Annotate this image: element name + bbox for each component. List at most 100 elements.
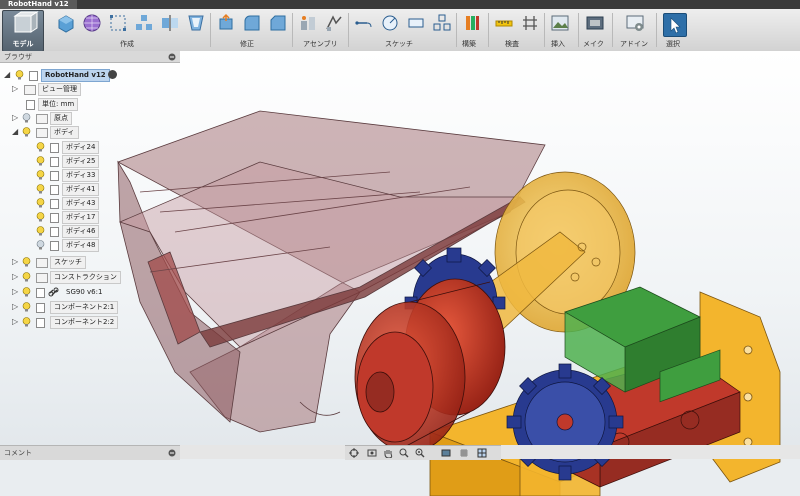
visibility-bulb-icon[interactable]	[36, 212, 45, 222]
tree-item-bodies[interactable]: ◢ ボディ	[0, 126, 200, 139]
make-group-label[interactable]: メイク	[583, 39, 604, 49]
collapse-triangle-icon[interactable]: ◢	[4, 71, 12, 79]
tree-item-body[interactable]: ボディ25	[0, 155, 200, 168]
browser-panel-header[interactable]: ブラウザ	[0, 51, 180, 63]
grid-settings-icon[interactable]	[459, 448, 469, 458]
tree-item-label: スケッチ	[50, 256, 86, 269]
shell-create-icon[interactable]	[186, 13, 206, 33]
create-group-label[interactable]: 作成	[120, 39, 134, 49]
fillet-icon[interactable]	[242, 13, 262, 33]
expand-triangle-icon[interactable]: ▷	[12, 258, 20, 266]
tree-item-body[interactable]: ボディ24	[0, 141, 200, 154]
tree-item-body[interactable]: ボディ17	[0, 211, 200, 224]
tree-item-body[interactable]: ボディ46	[0, 225, 200, 238]
folder-icon	[24, 85, 36, 95]
workspace-switcher-button[interactable]: モデル	[2, 10, 44, 52]
chamfer-icon[interactable]	[268, 13, 288, 33]
rectangle-sketch-icon[interactable]	[406, 13, 426, 33]
expand-triangle-icon[interactable]: ▷	[12, 303, 20, 311]
fit-icon[interactable]	[415, 448, 425, 458]
construct-group-label[interactable]: 構築	[462, 39, 476, 49]
addins-group-label[interactable]: アドイン	[620, 39, 648, 49]
body-icon	[50, 143, 59, 153]
pointer-arrow-icon	[670, 17, 681, 34]
tree-item-units[interactable]: 単位: mm	[0, 98, 200, 111]
select-tool-button[interactable]	[663, 13, 687, 37]
orbit-icon[interactable]	[349, 448, 359, 458]
offset-plane-icon[interactable]	[462, 13, 482, 33]
measure-icon[interactable]	[494, 13, 514, 33]
pan-hand-icon[interactable]	[383, 448, 393, 458]
panel-collapse-icon[interactable]	[168, 53, 176, 61]
sketch-create-icon[interactable]	[108, 13, 128, 33]
visibility-bulb-icon[interactable]	[36, 170, 45, 180]
main-toolbar: モデル 作成 修正 アセンブリ スケッチ 構築 検査 挿入 メイク アドイン 選…	[0, 9, 800, 52]
visibility-bulb-icon[interactable]	[36, 226, 45, 236]
visibility-bulb-icon[interactable]	[22, 272, 31, 282]
tree-item-sketches[interactable]: ▷ スケッチ	[0, 256, 200, 269]
comments-panel-header[interactable]: コメント	[0, 445, 180, 460]
assemble-group-label[interactable]: アセンブリ	[303, 39, 338, 49]
tree-item-construction[interactable]: ▷ コンストラクション	[0, 271, 200, 284]
insert-group-label[interactable]: 挿入	[551, 39, 565, 49]
collapse-triangle-icon[interactable]: ◢	[12, 128, 20, 136]
tree-item-body[interactable]: ボディ41	[0, 183, 200, 196]
scripts-addins-icon[interactable]	[625, 13, 645, 33]
tree-item-component-2-1[interactable]: ▷ コンポーネント2:1	[0, 301, 200, 314]
document-tab[interactable]: RobotHand v12	[0, 0, 77, 9]
activate-component-icon[interactable]	[108, 70, 117, 79]
form-create-icon[interactable]	[82, 13, 102, 33]
tree-item-body[interactable]: ボディ43	[0, 197, 200, 210]
tree-item-component-2-2[interactable]: ▷ コンポーネント2:2	[0, 316, 200, 329]
visibility-bulb-icon[interactable]	[36, 142, 45, 152]
blue-gear[interactable]	[506, 363, 624, 481]
visibility-bulb-icon[interactable]	[36, 240, 45, 250]
new-component-icon[interactable]	[298, 13, 318, 33]
display-settings-icon[interactable]	[441, 448, 451, 458]
tree-root[interactable]: ◢ RobotHand v12	[0, 69, 200, 82]
expand-triangle-icon[interactable]: ▷	[12, 85, 20, 93]
sketch-group-label[interactable]: スケッチ	[385, 39, 413, 49]
visibility-bulb-icon[interactable]	[22, 257, 31, 267]
tree-item-label: ボディ25	[62, 155, 100, 168]
viewports-icon[interactable]	[477, 448, 487, 458]
look-at-icon[interactable]	[367, 448, 377, 458]
tree-item-view-management[interactable]: ▷ ビュー管理	[0, 83, 200, 96]
sketch-pattern-icon[interactable]	[432, 13, 452, 33]
3d-print-icon[interactable]	[585, 13, 605, 33]
tree-item-component-sg90[interactable]: ▷ SG90 v6:1	[0, 286, 200, 299]
line-sketch-icon[interactable]	[354, 13, 374, 33]
box-create-icon[interactable]	[56, 13, 76, 33]
pattern-create-icon[interactable]	[134, 13, 154, 33]
expand-triangle-icon[interactable]: ▷	[12, 114, 20, 122]
visibility-bulb-icon[interactable]	[22, 287, 31, 297]
modify-group-label[interactable]: 修正	[240, 39, 254, 49]
expand-triangle-icon[interactable]: ▷	[12, 273, 20, 281]
visibility-bulb-icon[interactable]	[36, 198, 45, 208]
visibility-bulb-icon[interactable]	[36, 184, 45, 194]
circle-sketch-icon[interactable]	[380, 13, 400, 33]
visibility-bulb-icon[interactable]	[22, 317, 31, 327]
interference-icon[interactable]	[520, 13, 540, 33]
visibility-bulb-icon[interactable]	[22, 127, 31, 137]
tree-item-body[interactable]: ボディ48	[0, 239, 200, 252]
browser-title: ブラウザ	[4, 53, 32, 61]
root-component-label[interactable]: RobotHand v12	[41, 69, 110, 82]
insert-image-icon[interactable]	[550, 13, 570, 33]
expand-triangle-icon[interactable]: ▷	[12, 288, 20, 296]
tree-item-label: ボディ43	[62, 197, 100, 210]
visibility-bulb-icon[interactable]	[22, 113, 31, 123]
select-group-label[interactable]: 選択	[666, 39, 680, 49]
press-pull-icon[interactable]	[216, 13, 236, 33]
panel-collapse-icon[interactable]	[168, 449, 176, 457]
joint-icon[interactable]	[324, 13, 344, 33]
visibility-bulb-icon[interactable]	[22, 302, 31, 312]
visibility-bulb-icon[interactable]	[15, 70, 24, 80]
zoom-icon[interactable]	[399, 448, 409, 458]
visibility-bulb-icon[interactable]	[36, 156, 45, 166]
mirror-create-icon[interactable]	[160, 13, 180, 33]
expand-triangle-icon[interactable]: ▷	[12, 318, 20, 326]
tree-item-body[interactable]: ボディ33	[0, 169, 200, 182]
tree-item-origin[interactable]: ▷ 原点	[0, 112, 200, 125]
inspect-group-label[interactable]: 検査	[505, 39, 519, 49]
